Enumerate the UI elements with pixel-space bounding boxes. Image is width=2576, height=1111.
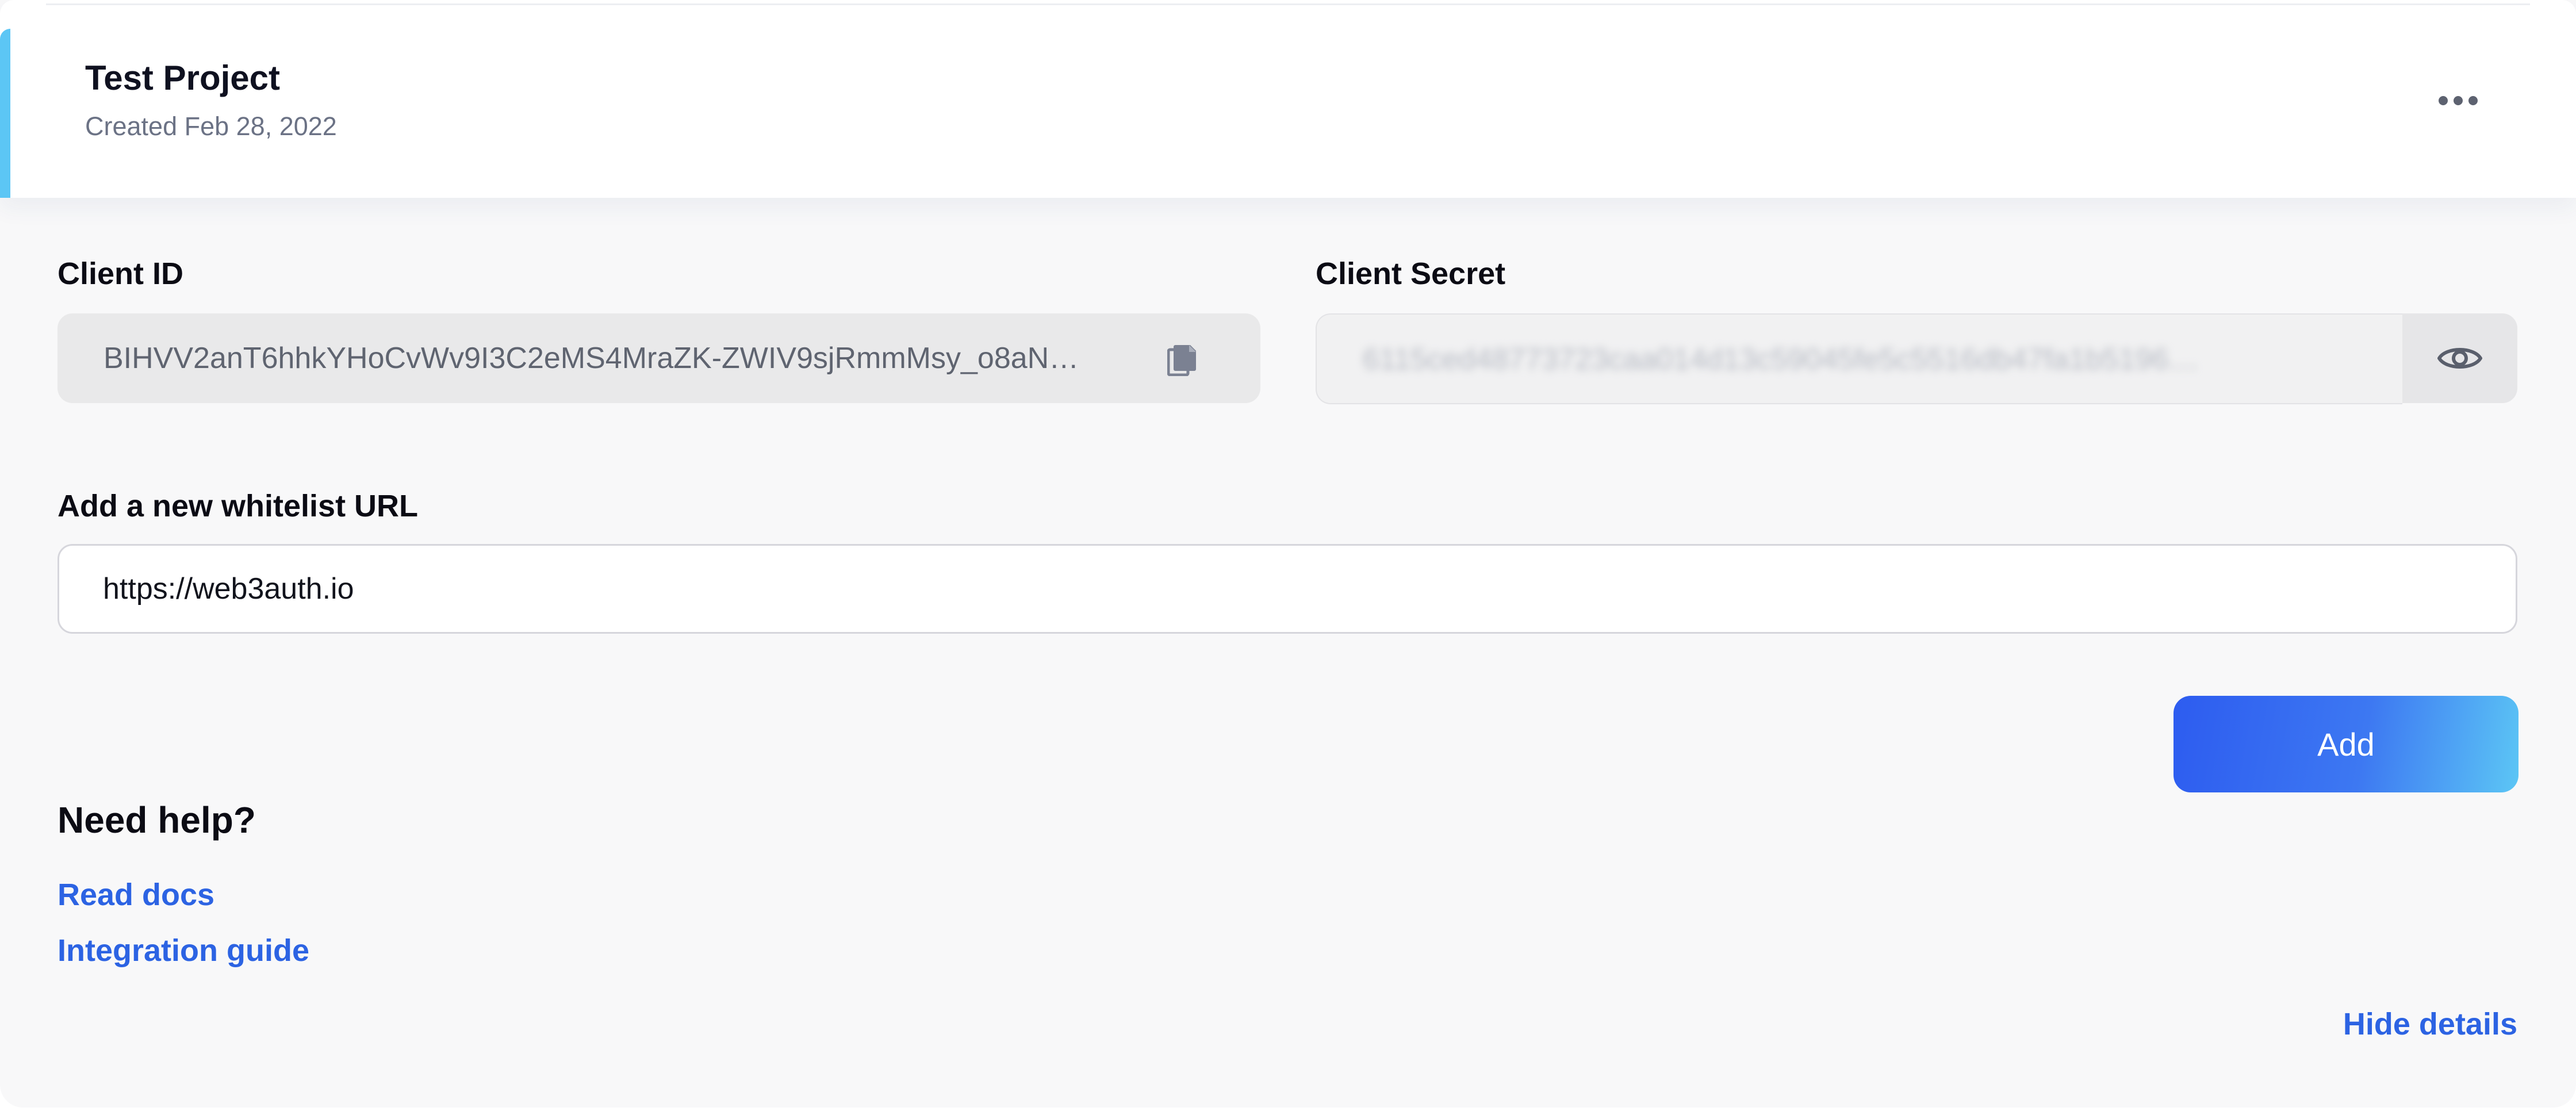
copy-icon xyxy=(1167,345,1196,376)
client-id-label: Client ID xyxy=(57,256,184,291)
project-card: Test Project Created Feb 28, 2022 Client… xyxy=(0,0,2576,1108)
read-docs-link[interactable]: Read docs xyxy=(57,874,214,915)
client-id-field: BIHVV2anT6hhkYHoCvWv9I3C2eMS4MraZK-ZWIV9… xyxy=(57,313,1260,403)
client-secret-field: 6115ced48773723caa014d13c59045fe5c5516db… xyxy=(1316,313,2402,404)
project-title: Test Project xyxy=(85,59,280,97)
copy-client-id-button[interactable] xyxy=(1162,341,1203,378)
client-id-value: BIHVV2anT6hhkYHoCvWv9I3C2eMS4MraZK-ZWIV9… xyxy=(103,342,1079,375)
project-accent-bar xyxy=(0,29,10,198)
need-help-heading: Need help? xyxy=(57,799,256,841)
integration-guide-link[interactable]: Integration guide xyxy=(57,930,309,971)
add-whitelist-url-button[interactable]: Add xyxy=(2174,696,2518,792)
whitelist-url-input[interactable] xyxy=(57,544,2517,634)
reveal-secret-button[interactable] xyxy=(2402,313,2517,403)
client-secret-value: 6115ced48773723caa014d13c59045fe5c5516db… xyxy=(1363,343,2199,376)
more-options-button[interactable] xyxy=(2432,81,2484,121)
project-header: Test Project Created Feb 28, 2022 xyxy=(0,0,2576,198)
whitelist-url-label: Add a new whitelist URL xyxy=(57,489,419,523)
client-secret-label: Client Secret xyxy=(1316,256,1506,291)
hide-details-link[interactable]: Hide details xyxy=(2343,1003,2517,1045)
header-divider xyxy=(46,3,2530,5)
project-created-date: Created Feb 28, 2022 xyxy=(85,112,337,141)
eye-icon xyxy=(2437,348,2482,369)
ellipsis-horizontal-icon xyxy=(2439,96,2478,105)
